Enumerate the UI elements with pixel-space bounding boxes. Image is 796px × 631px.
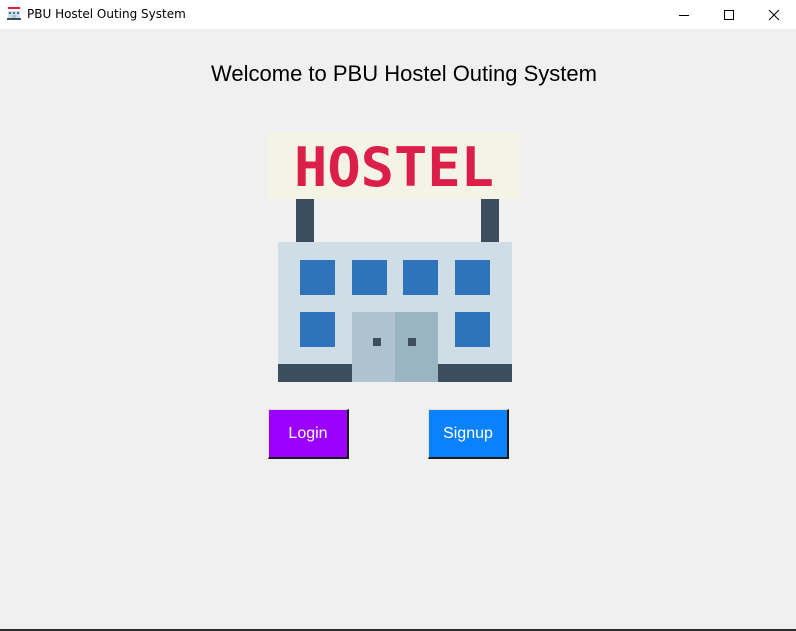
title-bar[interactable]: PBU Hostel Outing System: [0, 0, 796, 29]
minimize-icon: [679, 14, 689, 16]
door-right: [395, 312, 438, 382]
window: [455, 312, 490, 347]
door-left: [352, 312, 395, 382]
door-handle: [373, 338, 381, 346]
window: [455, 260, 490, 295]
sign-post-left: [296, 199, 314, 243]
signup-button[interactable]: Signup: [428, 409, 509, 459]
app-window: PBU Hostel Outing System Welcome to PBU …: [0, 0, 796, 631]
maximize-button[interactable]: [706, 0, 752, 29]
close-icon: [768, 9, 780, 20]
maximize-icon: [724, 9, 734, 20]
hostel-building-illustration: HOSTEL: [268, 132, 520, 382]
building-base-right: [438, 364, 512, 382]
window: [352, 260, 387, 295]
signup-button-label: Signup: [443, 424, 493, 442]
door-handle: [408, 338, 416, 346]
sign-post-right: [481, 199, 499, 243]
building-base-left: [278, 364, 352, 382]
window: [403, 260, 438, 295]
close-button[interactable]: [751, 0, 796, 29]
login-button-label: Login: [288, 424, 328, 442]
hostel-app-icon: [7, 6, 21, 20]
window-title: PBU Hostel Outing System: [27, 7, 186, 21]
login-button[interactable]: Login: [268, 409, 349, 459]
sign-text: HOSTEL: [294, 136, 494, 199]
welcome-heading: Welcome to PBU Hostel Outing System: [211, 61, 597, 86]
window: [300, 260, 335, 295]
window: [300, 312, 335, 347]
minimize-button[interactable]: [661, 0, 707, 29]
